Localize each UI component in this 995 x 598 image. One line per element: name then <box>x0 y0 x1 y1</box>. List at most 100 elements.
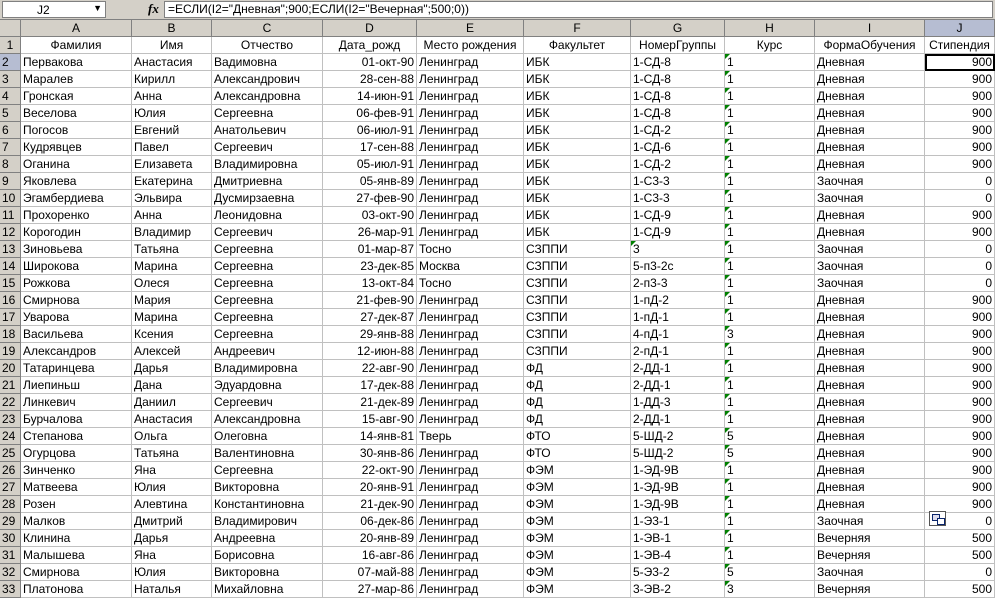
cell-c29[interactable]: Владимирович <box>212 513 323 530</box>
cell-a3[interactable]: Маралев <box>21 71 132 88</box>
cell-g27[interactable]: 1-ЭД-9В <box>631 479 725 496</box>
row-header[interactable]: 12 <box>0 224 21 241</box>
cell-h30[interactable]: 1 <box>725 530 815 547</box>
column-header-a[interactable]: A <box>21 20 132 37</box>
cell-b15[interactable]: Олеся <box>132 275 212 292</box>
cell-e12[interactable]: Ленинград <box>417 224 524 241</box>
cell-j6[interactable]: 900 <box>925 122 995 139</box>
cell-a4[interactable]: Гронская <box>21 88 132 105</box>
cell-h14[interactable]: 1 <box>725 258 815 275</box>
cell-b1[interactable]: Имя <box>132 37 212 54</box>
cell-d6[interactable]: 06-июл-91 <box>323 122 417 139</box>
cell-h29[interactable]: 1 <box>725 513 815 530</box>
cell-d20[interactable]: 22-авг-90 <box>323 360 417 377</box>
cell-b27[interactable]: Юлия <box>132 479 212 496</box>
cell-e18[interactable]: Ленинград <box>417 326 524 343</box>
cell-f10[interactable]: ИБК <box>524 190 631 207</box>
cell-i15[interactable]: Заочная <box>815 275 925 292</box>
cell-d19[interactable]: 12-июн-88 <box>323 343 417 360</box>
cell-h26[interactable]: 1 <box>725 462 815 479</box>
cell-h20[interactable]: 1 <box>725 360 815 377</box>
cell-h11[interactable]: 1 <box>725 207 815 224</box>
cell-e22[interactable]: Ленинград <box>417 394 524 411</box>
cell-i12[interactable]: Дневная <box>815 224 925 241</box>
cell-c18[interactable]: Сергеевна <box>212 326 323 343</box>
cell-a29[interactable]: Малков <box>21 513 132 530</box>
cell-g16[interactable]: 1-пД-2 <box>631 292 725 309</box>
cell-i28[interactable]: Дневная <box>815 496 925 513</box>
cell-a25[interactable]: Огурцова <box>21 445 132 462</box>
cell-a23[interactable]: Бурчалова <box>21 411 132 428</box>
cell-e14[interactable]: Москва <box>417 258 524 275</box>
cell-e24[interactable]: Тверь <box>417 428 524 445</box>
cell-j22[interactable]: 900 <box>925 394 995 411</box>
cell-g24[interactable]: 5-ШД-2 <box>631 428 725 445</box>
row-header[interactable]: 10 <box>0 190 21 207</box>
cell-f19[interactable]: СЗППИ <box>524 343 631 360</box>
cell-e2[interactable]: Ленинград <box>417 54 524 71</box>
cell-b7[interactable]: Павел <box>132 139 212 156</box>
cell-j27[interactable]: 900 <box>925 479 995 496</box>
cell-i7[interactable]: Дневная <box>815 139 925 156</box>
cell-d33[interactable]: 27-мар-86 <box>323 581 417 598</box>
cell-d26[interactable]: 22-окт-90 <box>323 462 417 479</box>
cell-e3[interactable]: Ленинград <box>417 71 524 88</box>
cell-j25[interactable]: 900 <box>925 445 995 462</box>
cell-i1[interactable]: ФормаОбучения <box>815 37 925 54</box>
cell-j21[interactable]: 900 <box>925 377 995 394</box>
cell-d31[interactable]: 16-авг-86 <box>323 547 417 564</box>
row-header[interactable]: 30 <box>0 530 21 547</box>
cell-j14[interactable]: 0 <box>925 258 995 275</box>
cell-b29[interactable]: Дмитрий <box>132 513 212 530</box>
cell-d28[interactable]: 21-дек-90 <box>323 496 417 513</box>
cell-g29[interactable]: 1-Э3-1 <box>631 513 725 530</box>
cell-i21[interactable]: Дневная <box>815 377 925 394</box>
cell-c33[interactable]: Михайловна <box>212 581 323 598</box>
cell-g9[interactable]: 1-С3-3 <box>631 173 725 190</box>
cell-j23[interactable]: 900 <box>925 411 995 428</box>
cell-b11[interactable]: Анна <box>132 207 212 224</box>
cell-b31[interactable]: Яна <box>132 547 212 564</box>
cell-j5[interactable]: 900 <box>925 105 995 122</box>
cell-e21[interactable]: Ленинград <box>417 377 524 394</box>
row-header[interactable]: 32 <box>0 564 21 581</box>
row-header[interactable]: 18 <box>0 326 21 343</box>
cell-f5[interactable]: ИБК <box>524 105 631 122</box>
cell-d29[interactable]: 06-дек-86 <box>323 513 417 530</box>
cell-g14[interactable]: 5-п3-2с <box>631 258 725 275</box>
cell-b6[interactable]: Евгений <box>132 122 212 139</box>
cell-b2[interactable]: Анастасия <box>132 54 212 71</box>
cell-b8[interactable]: Елизавета <box>132 156 212 173</box>
cell-g30[interactable]: 1-ЭВ-1 <box>631 530 725 547</box>
row-header[interactable]: 6 <box>0 122 21 139</box>
cell-d23[interactable]: 15-авг-90 <box>323 411 417 428</box>
cell-g11[interactable]: 1-СД-9 <box>631 207 725 224</box>
cell-e28[interactable]: Ленинград <box>417 496 524 513</box>
cell-b17[interactable]: Марина <box>132 309 212 326</box>
cell-i9[interactable]: Заочная <box>815 173 925 190</box>
cell-d14[interactable]: 23-дек-85 <box>323 258 417 275</box>
row-header[interactable]: 8 <box>0 156 21 173</box>
cell-b10[interactable]: Эльвира <box>132 190 212 207</box>
cell-i25[interactable]: Дневная <box>815 445 925 462</box>
cell-d15[interactable]: 13-окт-84 <box>323 275 417 292</box>
cell-c31[interactable]: Борисовна <box>212 547 323 564</box>
cell-d5[interactable]: 06-фев-91 <box>323 105 417 122</box>
cell-a20[interactable]: Татаринцева <box>21 360 132 377</box>
cell-i4[interactable]: Дневная <box>815 88 925 105</box>
cell-i10[interactable]: Заочная <box>815 190 925 207</box>
cell-c22[interactable]: Сергеевич <box>212 394 323 411</box>
row-header[interactable]: 25 <box>0 445 21 462</box>
cell-a31[interactable]: Малышева <box>21 547 132 564</box>
cell-c13[interactable]: Сергеевна <box>212 241 323 258</box>
cell-i13[interactable]: Заочная <box>815 241 925 258</box>
cell-c3[interactable]: Александрович <box>212 71 323 88</box>
spreadsheet-grid[interactable]: A B C D E F G H I J 1 Фамилия Имя Отчество Дата_рожд Ме… <box>0 20 995 598</box>
cell-j7[interactable]: 900 <box>925 139 995 156</box>
cell-i11[interactable]: Дневная <box>815 207 925 224</box>
row-header[interactable]: 15 <box>0 275 21 292</box>
cell-g17[interactable]: 1-пД-1 <box>631 309 725 326</box>
row-header[interactable]: 23 <box>0 411 21 428</box>
column-header-e[interactable]: E <box>417 20 524 37</box>
cell-d27[interactable]: 20-янв-91 <box>323 479 417 496</box>
